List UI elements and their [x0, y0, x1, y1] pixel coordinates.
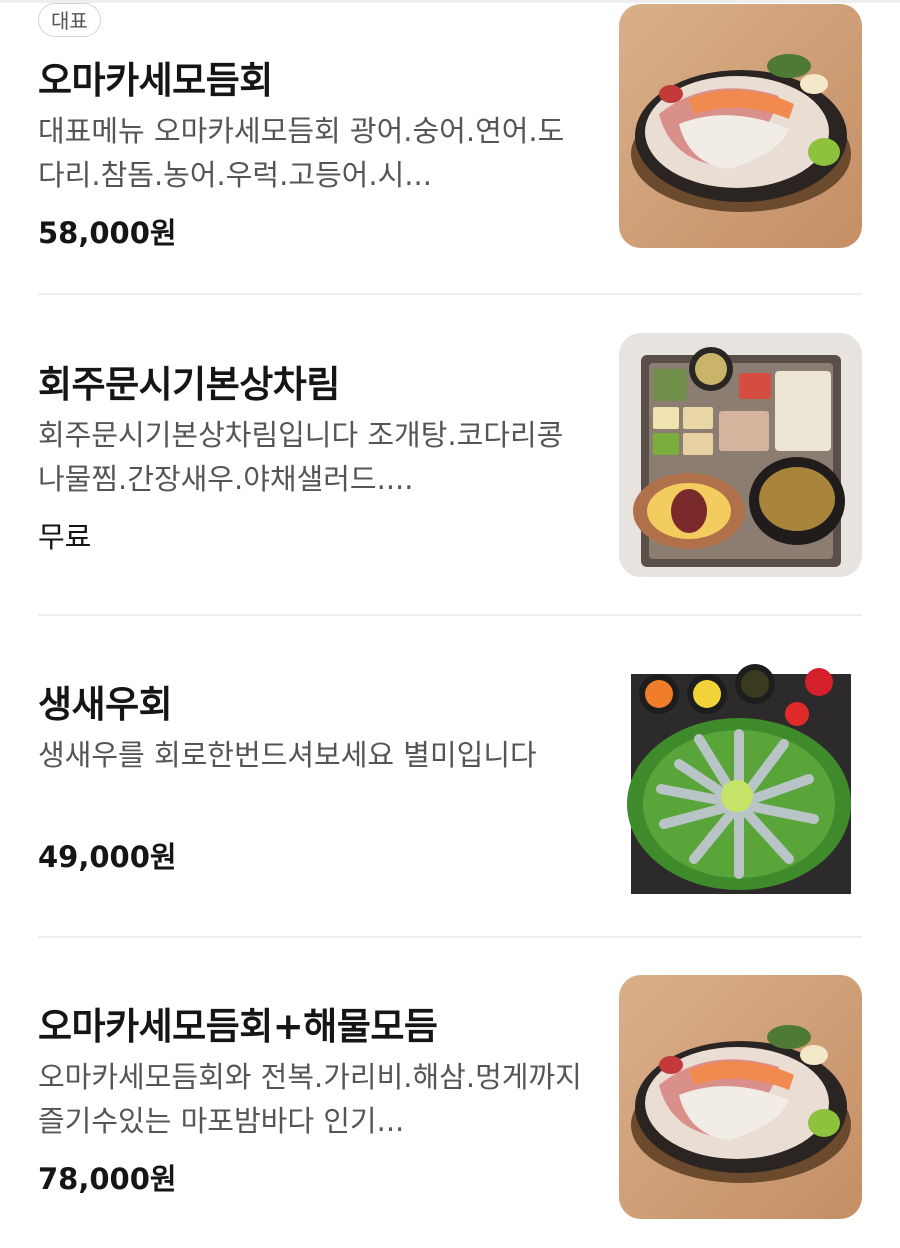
menu-item-price: 78,000원 — [38, 1162, 177, 1196]
menu-item-name: 생새우회 — [38, 683, 173, 726]
menu-item-name: 오마카세모듬회+해물모듬 — [38, 1005, 438, 1048]
menu-item[interactable]: 생새우회 생새우를 회로한번드셔보세요 별미입니다 49,000원 — [38, 644, 862, 934]
menu-item-description: 회주문시기본상차림입니다 조개탕.코다리콩나물찜.간장새우.야채샐러드.... — [38, 418, 564, 496]
divider — [38, 936, 862, 938]
menu-item-description: 오마카세모듬회와 전복.가리비.해삼.멍게까지즐기수있는 마포밤바다 인기... — [38, 1060, 582, 1138]
sashimi-platter-photo[interactable] — [619, 975, 862, 1219]
menu-item-description: 생새우를 회로한번드셔보세요 별미입니다 — [38, 738, 537, 772]
raw-shrimp-photo[interactable] — [619, 654, 862, 898]
side-dishes-tray-photo[interactable] — [619, 333, 862, 577]
divider — [38, 614, 862, 616]
divider — [38, 293, 862, 295]
menu-item-name: 오마카세모듬회 — [38, 59, 273, 102]
menu-item-price: 무료 — [38, 520, 92, 554]
menu-item[interactable]: 오마카세모듬회+해물모듬 오마카세모듬회와 전복.가리비.해삼.멍게까지즐기수있… — [38, 966, 862, 1248]
signature-badge: 대표 — [38, 3, 101, 37]
menu-item[interactable]: 대표 오마카세모듬회 대표메뉴 오마카세모듬회 광어.숭어.연어.도다리.참돔.… — [38, 0, 862, 290]
menu-item[interactable]: 회주문시기본상차림 회주문시기본상차림입니다 조개탕.코다리콩나물찜.간장새우.… — [38, 322, 862, 612]
menu-item-description: 대표메뉴 오마카세모듬회 광어.숭어.연어.도다리.참돔.농어.우럭.고등어.시… — [38, 114, 565, 192]
sashimi-platter-photo[interactable] — [619, 4, 862, 248]
menu-item-price: 49,000원 — [38, 840, 177, 874]
menu-item-price: 58,000원 — [38, 216, 177, 250]
menu-item-name: 회주문시기본상차림 — [38, 363, 340, 406]
